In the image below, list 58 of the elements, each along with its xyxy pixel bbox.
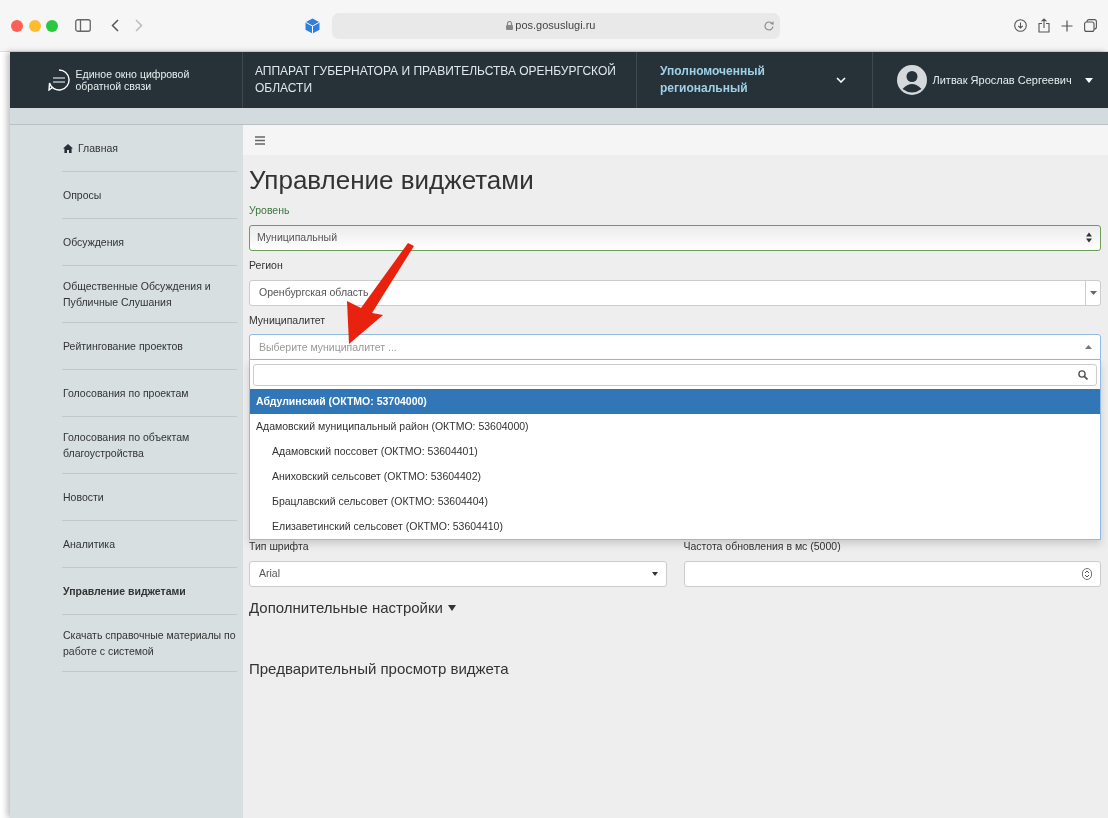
share-icon[interactable] [1038, 18, 1050, 33]
search-icon [1078, 370, 1088, 381]
menu-icon[interactable] [255, 135, 265, 145]
sidebar-item[interactable]: Обсуждения [62, 219, 237, 266]
caret-up-icon [1085, 345, 1092, 350]
sidebar-item[interactable]: Скачать справочные материалы по работе с системой [62, 615, 237, 672]
field-label: Регион [249, 257, 284, 273]
dropdown-option[interactable]: Адамовский поссовет (ОКТМО: 53604401) [250, 439, 1100, 465]
tabs-icon[interactable] [1084, 19, 1097, 32]
sidebar-item[interactable]: Рейтингование проектов [62, 323, 237, 370]
logo-icon[interactable] [48, 69, 70, 91]
page-title: Управление виджетами [249, 165, 535, 197]
field-label: Уровень [249, 203, 291, 219]
dropdown-option[interactable]: Брацлавский сельсовет (ОКТМО: 53604404) [250, 489, 1100, 515]
download-icon[interactable] [1014, 19, 1027, 32]
caret-down-icon [1089, 290, 1097, 295]
plus-icon[interactable] [1061, 19, 1073, 32]
field-label: Муниципалитет [249, 312, 327, 328]
window-control-button[interactable] [46, 19, 58, 32]
home-icon [63, 143, 73, 153]
spinner-icon[interactable] [1082, 568, 1092, 581]
window-control-button[interactable] [11, 19, 23, 32]
dropdown-option[interactable]: Абдулинский (ОКТМО: 53704000) [250, 389, 1100, 415]
dropdown-field[interactable]: Оренбургская область [249, 279, 1101, 306]
updown-arrows-icon [1086, 232, 1092, 244]
section-heading: Предварительный просмотр виджета [249, 658, 510, 679]
back-icon[interactable] [110, 19, 119, 32]
sidebar-item[interactable]: Аналитика [62, 521, 237, 568]
search-field[interactable] [253, 364, 1097, 387]
reload-icon[interactable] [764, 20, 774, 31]
sidebar-item[interactable]: Общественные Обсуждения и Публичные Слушания [62, 266, 237, 323]
caret-down-icon [1085, 77, 1094, 83]
field-label: Тип шрифта [249, 539, 310, 555]
sidebar-item[interactable]: Главная [62, 125, 237, 172]
chevron-down-icon [836, 77, 846, 83]
caret-down-icon [651, 572, 658, 577]
lock-icon [505, 21, 513, 30]
organization-title: АППАРАТ ГУБЕРНАТОРА И ПРАВИТЕЛЬСТВА ОРЕНБУРГСКОЙ ОБЛАСТИ [255, 63, 617, 97]
dropdown-option[interactable]: Адамовский муниципальный район (ОКТМО: 53604000) [250, 414, 1100, 440]
dropdown-field[interactable]: Arial [249, 561, 667, 588]
sidebar-item[interactable]: Голосования по объектам благоустройства [62, 417, 237, 474]
user-avatar-icon [897, 65, 927, 95]
sidebar-item[interactable]: Новости [62, 474, 237, 521]
sidebar-item[interactable]: Опросы [62, 172, 237, 219]
dropdown-option[interactable]: Аниховский сельсовет (ОКТМО: 53604402) [250, 464, 1100, 490]
triangle-down-icon [448, 605, 457, 612]
address-text[interactable]: pos.gosuslugi.ru [515, 17, 596, 34]
service-name[interactable]: Единое окно цифровой обратной связи [75, 68, 206, 92]
sidebar-toggle-icon[interactable] [74, 19, 91, 32]
sidebar-item[interactable]: Управление виджетами [62, 568, 237, 615]
dropdown-field[interactable]: Муниципальный [249, 224, 1101, 251]
dropdown-option[interactable]: Елизаветинский сельсовет (ОКТМО: 53604410) [250, 514, 1100, 540]
section-toggle[interactable]: Дополнительные настройки [249, 597, 1101, 620]
cube-icon[interactable] [304, 17, 320, 34]
number-field[interactable] [683, 561, 1101, 588]
sidebar-item[interactable]: Голосования по проектам [62, 370, 237, 417]
field-label: Частота обновления в мс (5000) [683, 539, 842, 555]
user-menu[interactable]: Литвак Ярослав Сергеевич [873, 52, 1094, 108]
